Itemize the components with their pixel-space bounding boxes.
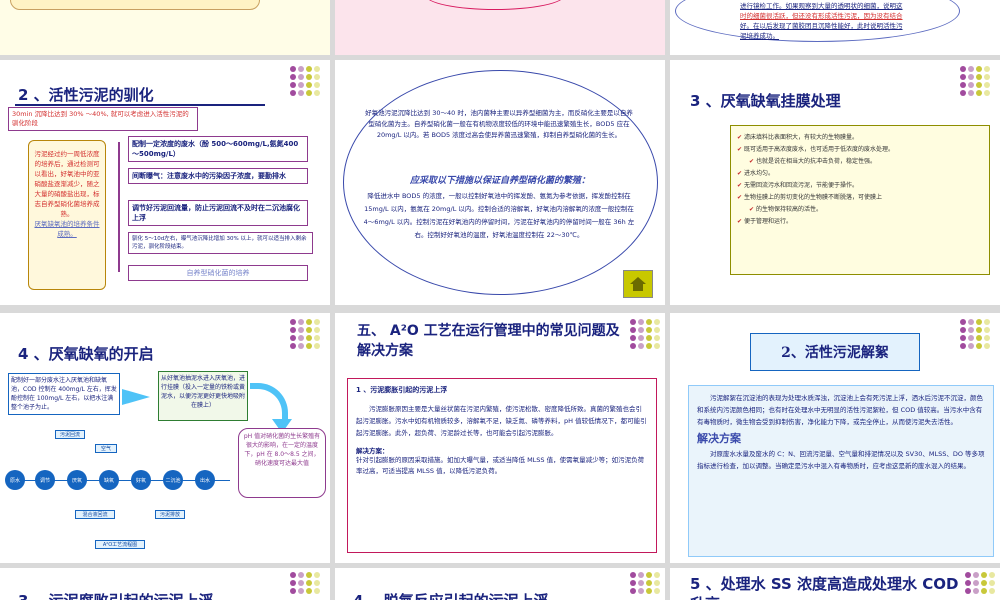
- slide-anaerobic-startup: 4 、厌氧缺氧的开启 配制好一部分废水注入厌氧池和缺氧池，COD 控制在 400…: [0, 313, 330, 563]
- scroll-link: 厌氧缺氧池的培养条件成熟。: [34, 220, 100, 238]
- slide-a2o-problems: 五、 A²O 工艺在运行管理中的常见问题及解决方案 1 、污泥膨胀引起的污泥上浮…: [335, 313, 665, 563]
- title-banner: 2、活性污泥解絮: [750, 333, 920, 371]
- flow-node: 好氧: [131, 470, 151, 490]
- dot-grid: [630, 319, 660, 349]
- ellipse-text-p2: 降低进水中 BOD5 的浓度，一般以控制好氧池中的挥发酚、氨氮为参考依据，挥发酚…: [363, 192, 635, 239]
- slide-title: 2 、活性污泥的驯化: [18, 86, 154, 104]
- slide-row0-col1: [335, 0, 665, 55]
- slide-title: 5 、处理水 SS 浓度高造成处理水 COD 升高: [690, 575, 959, 600]
- callout-line: 泥培养成功。: [740, 32, 779, 40]
- final-step-box: 自养型硝化菌的培养: [128, 265, 308, 281]
- solution-text: 对原废水水量及废水的 C：N、回流污泥量、空气量和排泥情况以及 SV30、MLS…: [697, 450, 985, 470]
- slide-anaerobic-biofilm: 3 、厌氧缺氧挂膜处理 滤床填料比表面积大，有较大的生物膜量。 既可适用于高浓度…: [670, 60, 1000, 305]
- flow-node: 出水: [195, 470, 215, 490]
- feature-item: 既可适用于高浓度废水，也可适用于低浓度的废水处理。: [737, 144, 983, 156]
- connector-line: [118, 142, 120, 272]
- feature-item: 滤床填料比表面积大，有较大的生物膜量。: [737, 132, 983, 144]
- feature-panel: 滤床填料比表面积大，有较大的生物膜量。 既可适用于高浓度废水，也可适用于低浓度的…: [730, 125, 990, 275]
- slide-row0-col2: 进行镜检工作。如果观察到大量的透明状的细菌，说明这 时的细菌很活跃，但还没有形成…: [670, 0, 1000, 55]
- feature-item: 便于管理和运行。: [737, 216, 983, 228]
- ellipse-edge: [425, 0, 565, 10]
- curved-arrow: [250, 383, 288, 423]
- dot-grid: [965, 572, 995, 594]
- scroll-text: 污泥经过约一周低浓度的培养后，通过检测可以看出，好氧池中的亚硝酸盐逐渐减少，随之…: [34, 150, 100, 218]
- flow-node: 厌氧: [67, 470, 87, 490]
- ellipse-heading: 应采取以下措施以保证自养型硝化菌的繁殖：: [409, 176, 590, 186]
- slide-title: 2、活性污泥解絮: [781, 345, 889, 361]
- feature-item: 无需回流污水和回流污泥，节能便于操作。: [737, 180, 983, 192]
- startup-box-2: 从好氧池抽泥水进入厌氧池，进行挂膜（投入一定量的铁粉或黄泥水，以便污泥更好更快地…: [158, 371, 248, 421]
- callout-line: 进行镜检工作。如果观察到大量的透明状的细菌，说明这: [740, 2, 903, 10]
- title-underline: [15, 104, 265, 106]
- arrow-right: [122, 389, 150, 405]
- step-box: 驯化 5～10d左右，曝气池沉降比增加 30% 以上，就可以适当排入剩余污泥，驯…: [128, 232, 313, 254]
- dot-grid: [290, 319, 320, 349]
- callout-line: 时的细菌很活跃，但还没有形成活性污泥，因为没有结合: [740, 12, 903, 20]
- slide-title: 3 、污泥腐败引起的污泥上浮: [18, 590, 214, 600]
- slide-activated-sludge-acclimation: 2 、活性污泥的驯化 30min 沉降比达到 30% ～40%, 就可以考虑进入…: [0, 60, 330, 305]
- dot-grid: [290, 572, 320, 594]
- flow-node: 缺氧: [99, 470, 119, 490]
- feature-item: 的生物保持较高的活性。: [737, 204, 983, 216]
- callout-line: 好。在以后发现了菌胶团且沉降性能好，此时说明活性污: [740, 22, 903, 30]
- home-icon: [630, 277, 646, 291]
- slide-title: 4 、脱氮反应引起的污泥上浮: [353, 590, 549, 600]
- dot-grid: [960, 66, 990, 96]
- ellipse-text-p1: 好氧池污泥沉降比达到 30～40 时，池内菌种主要以异养型细菌为主，而反硝化主要…: [365, 109, 633, 139]
- slide-row3-col1: 4 、脱氮反应引起的污泥上浮: [335, 568, 665, 600]
- solution-text: 针对引起膨胀的原因采取措施。如加大曝气量，或适当降低 MLSS 值，使需氧量减少…: [356, 456, 645, 475]
- dot-grid: [290, 66, 320, 96]
- flow-bottom-label: 污泥排放: [155, 510, 185, 519]
- slide-row3-col0: 3 、污泥腐败引起的污泥上浮: [0, 568, 330, 600]
- solution-label: 解决方案：: [356, 447, 389, 455]
- step-box: 配制一定浓度的废水（酚 500～600mg/L,氨氮400～500mg/L）: [128, 136, 308, 162]
- header-box: 30min 沉降比达到 30% ～40%, 就可以考虑进入活性污泥的驯化阶段: [8, 107, 198, 131]
- scroll-edge: [10, 0, 260, 10]
- problem-panel: 1 、污泥膨胀引起的污泥上浮 污泥膨胀原因主要是大量丝状菌在污泥内繁殖，使污泥松…: [347, 378, 657, 553]
- deflocculation-text: 污泥解絮在沉淀池的表现为处理水质浑浊，沉淀池上会有死污泥上浮，洒水后污泥不沉淀，…: [697, 394, 983, 426]
- flow-top-label: 污泥回流: [55, 430, 85, 439]
- startup-box-1: 配制好一部分废水注入厌氧池和缺氧池，COD 控制在 400mg/L 左右，挥发酚…: [8, 373, 120, 415]
- step-box: 间断曝气：注意废水中的污染因子浓度，要勤排水: [128, 168, 308, 184]
- slide-nitrifier-cultivation: 好氧池污泥沉降比达到 30～40 时，池内菌种主要以异养型细菌为主，而反硝化主要…: [335, 60, 665, 305]
- feature-item: 也就是说在相当大的抗冲击负荷，稳定性强。: [737, 156, 983, 168]
- slide-title: 五、 A²O 工艺在运行管理中的常见问题及解决方案: [357, 323, 620, 359]
- dot-grid: [960, 319, 990, 349]
- feature-item: 进水均匀。: [737, 168, 983, 180]
- problem-subtitle: 1 、污泥膨胀引起的污泥上浮: [356, 386, 448, 394]
- feature-item: 生物挂膜上的剪切变化的生物膜不断脱落，可使膜上: [737, 192, 983, 204]
- dot-grid: [630, 572, 660, 594]
- ph-note: pH 值对硝化菌的生长繁殖有很大的影响，在一定的温度下，pH 在 8.0～8.5…: [238, 428, 326, 498]
- home-button[interactable]: [623, 270, 653, 298]
- problem-text: 污泥膨胀原因主要是大量丝状菌在污泥内繁殖，使污泥松散、密度降低所致。真菌的繁殖也…: [356, 405, 647, 437]
- flow-caption: A²O工艺流程图: [95, 540, 145, 549]
- flow-node: 原水: [5, 470, 25, 490]
- flow-top-label: 空气: [95, 444, 117, 453]
- flow-node: 调节: [35, 470, 55, 490]
- slide-row3-col2: 5 、处理水 SS 浓度高造成处理水 COD 升高: [670, 568, 1000, 600]
- slide-title: 3 、厌氧缺氧挂膜处理: [690, 92, 841, 110]
- deflocculation-panel: 污泥解絮在沉淀池的表现为处理水质浑浊，沉淀池上会有死污泥上浮，洒水后污泥不沉淀，…: [688, 385, 994, 557]
- solution-heading: 解决方案: [697, 432, 741, 445]
- slide-title: 4 、厌氧缺氧的开启: [18, 345, 154, 363]
- flow-node: 二沉池: [163, 470, 183, 490]
- flow-bottom-label: 混合液回流: [75, 510, 115, 519]
- slide-row0-col0: [0, 0, 330, 55]
- process-flow-diagram: 污泥回流 空气 原水 调节 厌氧 缺氧 好氧 二沉池 出水 混合液回流 污泥排放…: [5, 428, 235, 553]
- slide-sludge-deflocculation: 2、活性污泥解絮 污泥解絮在沉淀池的表现为处理水质浑浊，沉淀池上会有死污泥上浮，…: [670, 313, 1000, 563]
- step-box: 调节好污泥回流量，防止污泥回流不及时在二沉池腐化上浮: [128, 200, 308, 226]
- scroll-panel: 污泥经过约一周低浓度的培养后，通过检测可以看出，好氧池中的亚硝酸盐逐渐减少，随之…: [28, 140, 106, 290]
